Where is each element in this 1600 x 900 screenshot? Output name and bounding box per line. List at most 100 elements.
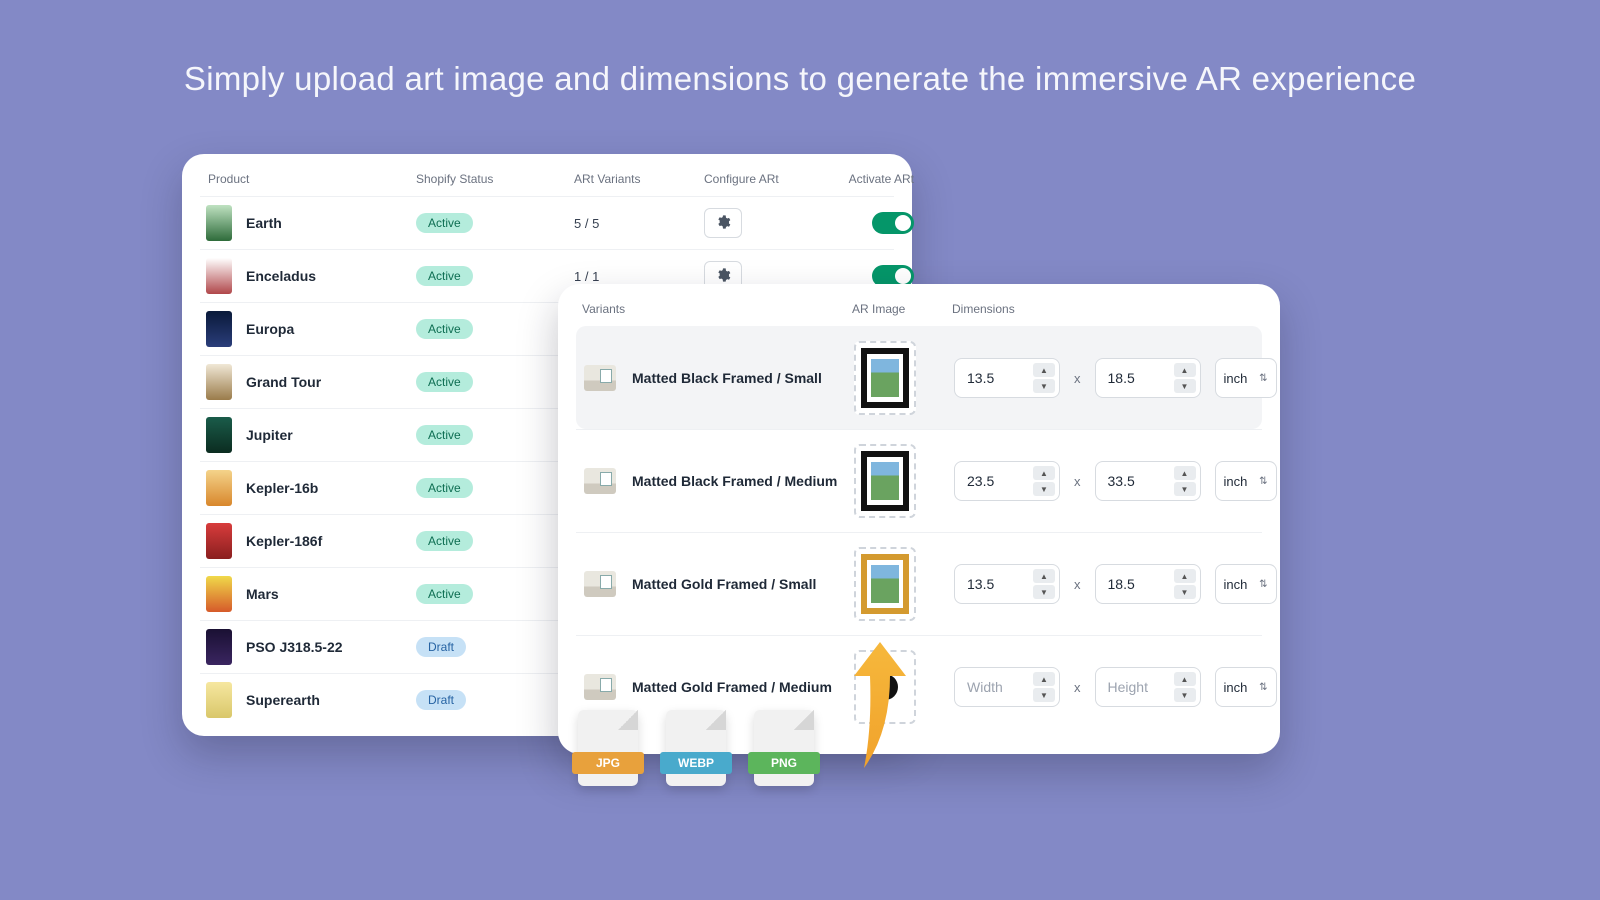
width-input[interactable] — [967, 576, 1025, 592]
product-thumb — [206, 629, 232, 665]
variant-name: Matted Gold Framed / Medium — [632, 679, 832, 695]
activate-toggle[interactable] — [872, 212, 914, 234]
height-input[interactable] — [1108, 576, 1166, 592]
table-row[interactable]: Earth Active 5 / 5 — [200, 196, 894, 249]
width-stepper: ▲▼ — [1033, 672, 1055, 702]
gear-icon — [715, 214, 731, 233]
height-stepper: ▲▼ — [1174, 466, 1196, 496]
height-input-wrap: ▲▼ — [1095, 667, 1201, 707]
header-variants: ARt Variants — [574, 172, 704, 186]
page-headline: Simply upload art image and dimensions t… — [0, 60, 1600, 98]
product-thumb — [206, 576, 232, 612]
height-stepper: ▲▼ — [1174, 672, 1196, 702]
stepper-down[interactable]: ▼ — [1033, 688, 1055, 702]
width-input[interactable] — [967, 370, 1025, 386]
variant-name: Matted Black Framed / Medium — [632, 473, 837, 489]
chevron-updown-icon: ⇅ — [1259, 682, 1267, 693]
product-thumb — [206, 364, 232, 400]
file-label: PNG — [748, 752, 820, 774]
dimension-separator: x — [1074, 577, 1081, 592]
stepper-up[interactable]: ▲ — [1174, 363, 1196, 377]
product-thumb — [206, 417, 232, 453]
stepper-up[interactable]: ▲ — [1033, 672, 1055, 686]
product-name: Mars — [246, 586, 279, 602]
chevron-updown-icon: ⇅ — [1259, 373, 1267, 384]
variants-count: 1 / 1 — [574, 269, 704, 284]
header-arimage-col: AR Image — [852, 302, 952, 316]
variant-row[interactable]: Matted Gold Framed / Small▲▼x▲▼inch⇅ — [576, 532, 1262, 635]
status-badge: Active — [416, 584, 473, 604]
room-preview-icon — [584, 571, 616, 597]
stepper-down[interactable]: ▼ — [1033, 585, 1055, 599]
status-badge: Active — [416, 478, 473, 498]
stepper-up[interactable]: ▲ — [1033, 569, 1055, 583]
ar-image-upload[interactable] — [854, 547, 916, 621]
width-input[interactable] — [967, 679, 1025, 695]
status-badge: Draft — [416, 637, 466, 657]
variant-row[interactable]: Matted Black Framed / Small▲▼x▲▼inch⇅ — [576, 326, 1262, 429]
dimension-separator: x — [1074, 371, 1081, 386]
height-input[interactable] — [1108, 679, 1166, 695]
height-input[interactable] — [1108, 370, 1166, 386]
chevron-updown-icon: ⇅ — [1259, 476, 1267, 487]
product-name: Earth — [246, 215, 282, 231]
width-input-wrap: ▲▼ — [954, 667, 1060, 707]
status-badge: Active — [416, 531, 473, 551]
ar-image-upload[interactable] — [854, 444, 916, 518]
dimension-separator: x — [1074, 474, 1081, 489]
product-thumb — [206, 523, 232, 559]
stepper-down[interactable]: ▼ — [1033, 379, 1055, 393]
height-input-wrap: ▲▼ — [1095, 461, 1201, 501]
width-input-wrap: ▲▼ — [954, 564, 1060, 604]
product-name: Superearth — [246, 692, 320, 708]
product-thumb — [206, 205, 232, 241]
variants-count: 5 / 5 — [574, 216, 704, 231]
stepper-down[interactable]: ▼ — [1174, 482, 1196, 496]
variant-row[interactable]: Matted Black Framed / Medium▲▼x▲▼inch⇅ — [576, 429, 1262, 532]
configure-button[interactable] — [704, 208, 742, 238]
header-dimensions-col: Dimensions — [952, 302, 1256, 316]
ar-image-upload[interactable] — [854, 341, 916, 415]
height-input-wrap: ▲▼ — [1095, 358, 1201, 398]
height-stepper: ▲▼ — [1174, 569, 1196, 599]
header-status: Shopify Status — [416, 172, 574, 186]
product-thumb — [206, 470, 232, 506]
room-preview-icon — [584, 468, 616, 494]
stepper-up[interactable]: ▲ — [1174, 672, 1196, 686]
stepper-down[interactable]: ▼ — [1033, 482, 1055, 496]
stepper-up[interactable]: ▲ — [1174, 466, 1196, 480]
product-thumb — [206, 682, 232, 718]
file-badge-png: PNG — [754, 710, 814, 786]
upload-arrow-icon — [840, 634, 920, 784]
unit-select[interactable]: inch⇅ — [1215, 358, 1277, 398]
unit-select[interactable]: inch⇅ — [1215, 461, 1277, 501]
file-type-badges: JPG WEBP PNG — [578, 710, 814, 786]
unit-select[interactable]: inch⇅ — [1215, 667, 1277, 707]
gear-icon — [715, 267, 731, 286]
file-label: JPG — [572, 752, 644, 774]
stepper-up[interactable]: ▲ — [1033, 466, 1055, 480]
status-badge: Draft — [416, 690, 466, 710]
dimension-separator: x — [1074, 680, 1081, 695]
unit-select[interactable]: inch⇅ — [1215, 564, 1277, 604]
height-stepper: ▲▼ — [1174, 363, 1196, 393]
room-preview-icon — [584, 365, 616, 391]
stepper-up[interactable]: ▲ — [1174, 569, 1196, 583]
product-name: PSO J318.5-22 — [246, 639, 343, 655]
width-stepper: ▲▼ — [1033, 569, 1055, 599]
product-name: Enceladus — [246, 268, 316, 284]
header-product: Product — [206, 172, 416, 186]
stepper-down[interactable]: ▼ — [1174, 688, 1196, 702]
header-activate: Activate ARt — [824, 172, 914, 186]
height-input[interactable] — [1108, 473, 1166, 489]
status-badge: Active — [416, 319, 473, 339]
product-name: Kepler-16b — [246, 480, 318, 496]
stepper-up[interactable]: ▲ — [1033, 363, 1055, 377]
width-input[interactable] — [967, 473, 1025, 489]
room-preview-icon — [584, 674, 616, 700]
status-badge: Active — [416, 213, 473, 233]
file-badge-webp: WEBP — [666, 710, 726, 786]
frame-preview — [861, 348, 909, 408]
stepper-down[interactable]: ▼ — [1174, 379, 1196, 393]
stepper-down[interactable]: ▼ — [1174, 585, 1196, 599]
